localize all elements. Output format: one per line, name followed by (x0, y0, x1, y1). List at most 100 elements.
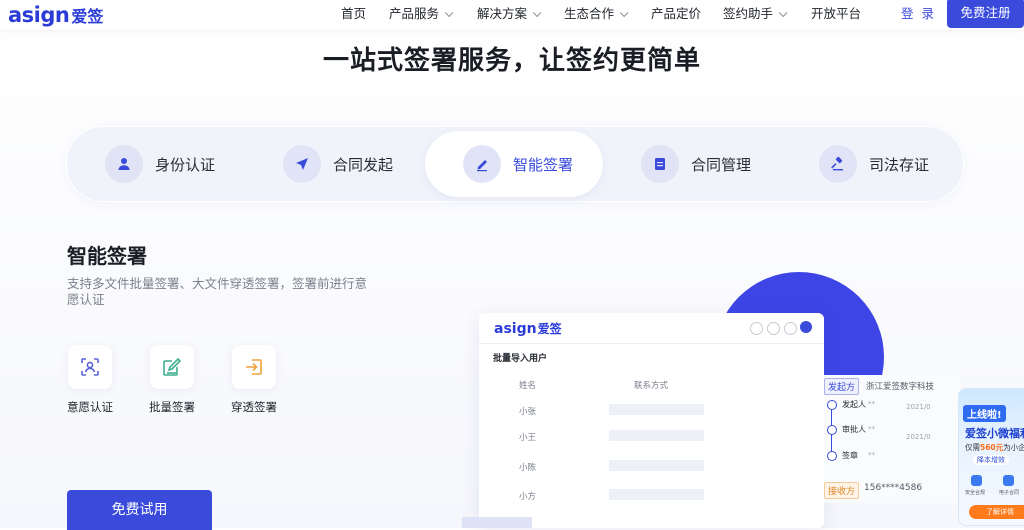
promo-caption: 电子合同 (999, 490, 1020, 496)
chevron-down-icon (444, 8, 454, 18)
step-meta: ** (868, 451, 875, 459)
feature-batch-signing: 批量签署 (137, 345, 207, 415)
logo-text: asign (8, 3, 70, 27)
step-dot (827, 400, 837, 410)
nav-item-label: 解决方案 (477, 6, 528, 21)
pen-icon (463, 145, 501, 183)
chevron-down-icon (532, 8, 542, 18)
enter-arrow-icon (232, 345, 276, 389)
table-row-name: 小陈 (519, 463, 537, 473)
app-mockup: asign爱签 批量导入用户 姓名 联系方式 小张 小王 小陈 小方 (479, 313, 824, 528)
nav-item-label: 产品定价 (651, 6, 702, 21)
help-icon (750, 322, 763, 335)
signing-flow-card: 发起方 浙江爱签数字科技 发起人 ** 2021/0 审批人 ** 2021/0… (824, 375, 960, 503)
chevron-down-icon (619, 8, 629, 18)
avatar (800, 321, 812, 333)
step-label: 发起人 (842, 400, 866, 409)
nav-item-products[interactable]: 产品服务 (389, 0, 454, 30)
step-meta: ** (868, 400, 875, 408)
divider (479, 343, 824, 344)
asign-logo[interactable]: asign 爱签 (8, 1, 103, 29)
logo-cn-text: 爱签 (71, 7, 104, 26)
table-row-placeholder (609, 430, 704, 441)
top-navbar: asign 爱签 首页 产品服务 解决方案 生态合作 产品定价 签约助手 开放平… (0, 0, 1024, 30)
feature-penetration-signing: 穿透签署 (219, 345, 289, 415)
promo-price-prefix: 仅需 (965, 443, 980, 452)
tab-label: 身份认证 (155, 155, 216, 174)
promo-tag: 上线啦! (963, 405, 1006, 422)
nav-item-label: 产品服务 (389, 6, 440, 21)
step-label: 审批人 (842, 425, 866, 434)
mockup-logo-cn: 爱签 (537, 322, 562, 336)
column-header-contact: 联系方式 (634, 381, 669, 391)
document-icon (641, 145, 679, 183)
nav-item-home[interactable]: 首页 (341, 0, 366, 30)
receiver-phone: 156****4586 (864, 483, 923, 493)
tab-label: 司法存证 (869, 155, 930, 174)
feature-label: 意愿认证 (67, 400, 113, 414)
promo-caption: 安全合规 (965, 490, 986, 496)
person-icon (105, 145, 143, 183)
section-title: 智能签署 (67, 244, 147, 268)
tab-judicial-evidence[interactable]: 司法存证 (781, 131, 959, 197)
bell-icon (784, 322, 797, 335)
hero-title: 一站式签署服务，让签约更简单 (322, 46, 701, 76)
table-row-placeholder (609, 460, 704, 471)
tab-contract-initiate[interactable]: 合同发起 (245, 131, 423, 197)
section-description: 支持多文件批量签署、大文件穿透签署，签署前进行意愿认证 (67, 276, 368, 307)
column-header-name: 姓名 (519, 381, 537, 391)
send-arrow-icon (283, 145, 321, 183)
tab-identity[interactable]: 身份认证 (67, 131, 245, 197)
promo-title: 爱签小微福利 (965, 427, 1024, 440)
capability-tabbar: 身份认证 合同发起 智能签署 合同管理 司法存证 (66, 126, 964, 202)
tab-contract-management[interactable]: 合同管理 (603, 131, 781, 197)
sender-tag: 发起方 (824, 378, 860, 395)
table-row-name: 小方 (519, 492, 537, 502)
register-button[interactable]: 免费注册 (947, 0, 1024, 28)
shield-icon (971, 475, 982, 486)
receiver-tag: 接收方 (824, 482, 860, 499)
face-scan-icon (68, 345, 112, 389)
nav-item-label: 签约助手 (723, 6, 774, 21)
nav-item-solutions[interactable]: 解决方案 (477, 0, 542, 30)
edit-icon (150, 345, 194, 389)
promo-float-card[interactable]: 上线啦! 爱签小微福利 仅需560元为小企 降本增效 安全合规 电子合同 了解详… (958, 388, 1024, 526)
nav-item-ecosystem[interactable]: 生态合作 (564, 0, 629, 30)
step-dot (827, 425, 837, 435)
step-meta: ** (868, 425, 875, 433)
free-trial-button[interactable]: 免费试用 (67, 490, 212, 530)
table-row-placeholder (609, 489, 704, 500)
table-row-name: 小张 (519, 407, 537, 417)
step-dot (827, 451, 837, 461)
gavel-icon (819, 145, 857, 183)
nav-item-assistant[interactable]: 签约助手 (723, 0, 788, 30)
mockup-heading: 批量导入用户 (493, 354, 548, 364)
mockup-logo-text: asign (494, 321, 537, 337)
promo-price: 560元 (980, 443, 1004, 452)
nav-item-open-platform[interactable]: 开放平台 (811, 0, 861, 30)
tab-label: 智能签署 (513, 155, 574, 174)
step-label: 签章 (842, 451, 858, 460)
feature-willingness-auth: 意愿认证 (55, 345, 125, 415)
link-icon (767, 322, 780, 335)
login-link[interactable]: 登 录 (901, 0, 936, 30)
promo-details-button[interactable]: 了解详情 (969, 505, 1024, 519)
promo-price-suffix: 为小企 (1003, 443, 1024, 452)
feature-label: 穿透签署 (231, 400, 277, 414)
step-date: 2021/0 (906, 433, 931, 441)
table-row-name: 小王 (519, 433, 537, 443)
bottom-strip (462, 517, 532, 528)
contract-icon (1003, 475, 1014, 486)
tab-label: 合同管理 (691, 155, 752, 174)
company-name: 浙江爱签数字科技 (866, 382, 935, 392)
feature-label: 批量签署 (149, 400, 195, 414)
promo-ribbon: 降本增效 (973, 455, 1009, 465)
promo-price-line: 仅需560元为小企 (965, 442, 1024, 453)
tab-label: 合同发起 (333, 155, 394, 174)
mockup-logo: asign爱签 (494, 320, 562, 337)
nav-item-label: 开放平台 (811, 6, 862, 21)
tab-smart-signing[interactable]: 智能签署 (425, 131, 603, 197)
step-date: 2021/0 (906, 403, 931, 411)
nav-item-label: 首页 (341, 6, 367, 21)
nav-item-pricing[interactable]: 产品定价 (651, 0, 701, 30)
